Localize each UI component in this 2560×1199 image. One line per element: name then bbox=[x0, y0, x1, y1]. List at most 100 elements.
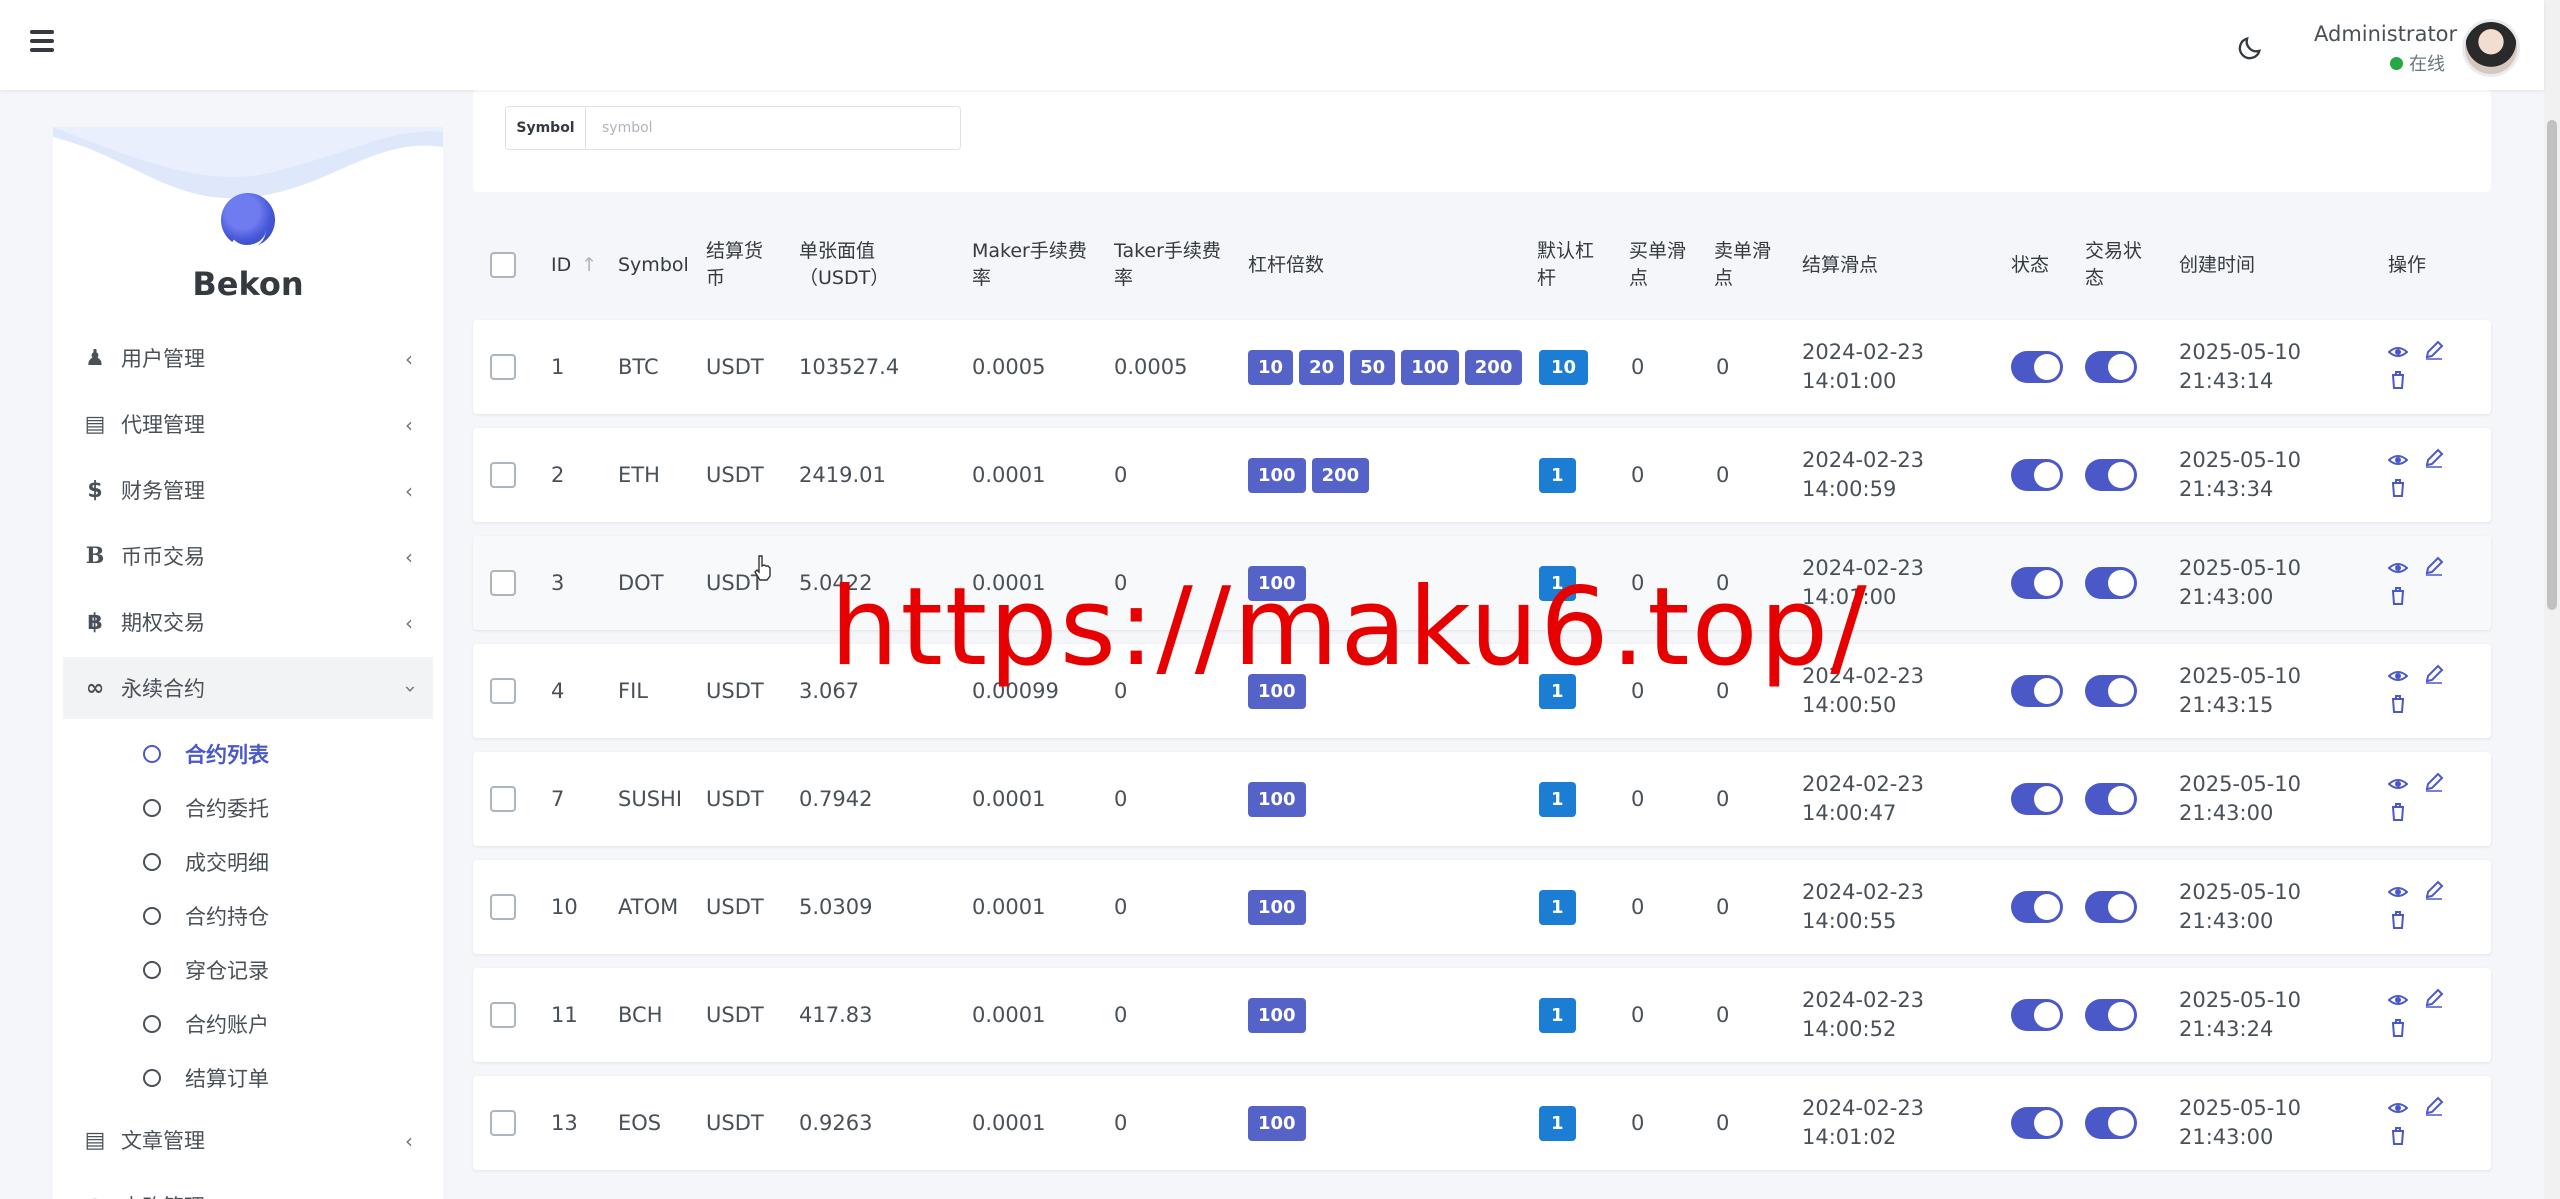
trade-status-toggle[interactable] bbox=[2085, 675, 2137, 707]
sidebar-subitem-accounts[interactable]: 合约账户 bbox=[63, 997, 433, 1051]
moon-icon[interactable] bbox=[2236, 34, 2264, 62]
column-settle-slippage[interactable]: 结算滑点 bbox=[1802, 220, 1878, 310]
delete-trash-icon[interactable] bbox=[2388, 1018, 2408, 1038]
edit-pencil-icon[interactable] bbox=[2424, 880, 2444, 900]
sidebar-item-perpetual[interactable]: ∞ 永续合约 ‹ bbox=[63, 657, 433, 719]
trade-status-toggle[interactable] bbox=[2085, 459, 2137, 491]
row-checkbox[interactable] bbox=[490, 1002, 516, 1028]
row-checkbox[interactable] bbox=[490, 894, 516, 920]
sidebar-item-finance[interactable]: $ 财务管理 ‹ bbox=[63, 459, 433, 521]
sidebar-subitem-contract-orders[interactable]: 合约委托 bbox=[63, 781, 433, 835]
select-all-checkbox[interactable] bbox=[490, 252, 516, 278]
view-eye-icon[interactable] bbox=[2388, 1098, 2408, 1118]
delete-trash-icon[interactable] bbox=[2388, 1126, 2408, 1146]
row-select-cell bbox=[490, 428, 516, 522]
column-taker-fee[interactable]: Taker手续费率 bbox=[1114, 220, 1236, 310]
cell-sell-slippage: 0 bbox=[1716, 462, 1730, 487]
trade-status-toggle[interactable] bbox=[2085, 1107, 2137, 1139]
view-eye-icon[interactable] bbox=[2388, 666, 2408, 686]
sidebar-subitem-liquidation[interactable]: 穿仓记录 bbox=[63, 943, 433, 997]
edit-pencil-icon[interactable] bbox=[2424, 448, 2444, 468]
view-eye-icon[interactable] bbox=[2388, 342, 2408, 362]
status-toggle[interactable] bbox=[2011, 783, 2063, 815]
sidebar-item-spot-trading[interactable]: B 币币交易 ‹ bbox=[63, 525, 433, 587]
sidebar-subitem-label: 穿仓记录 bbox=[185, 959, 269, 983]
delete-trash-icon[interactable] bbox=[2388, 802, 2408, 822]
sidebar-item-articles[interactable]: ▤ 文章管理 ‹ bbox=[63, 1109, 433, 1171]
sidebar-subitem-trade-details[interactable]: 成交明细 bbox=[63, 835, 433, 889]
arrow-up-icon[interactable]: ↑ bbox=[581, 252, 597, 279]
trade-status-toggle[interactable] bbox=[2085, 999, 2137, 1031]
trade-status-toggle[interactable] bbox=[2085, 891, 2137, 923]
page-scrollbar[interactable] bbox=[2544, 0, 2560, 1199]
row-checkbox[interactable] bbox=[490, 678, 516, 704]
symbol-search-input[interactable] bbox=[586, 107, 960, 149]
scrollbar-thumb[interactable] bbox=[2547, 120, 2557, 610]
trade-status-toggle[interactable] bbox=[2085, 351, 2137, 383]
row-checkbox[interactable] bbox=[490, 354, 516, 380]
trade-status-toggle[interactable] bbox=[2085, 567, 2137, 599]
row-checkbox[interactable] bbox=[490, 570, 516, 596]
status-toggle[interactable] bbox=[2011, 567, 2063, 599]
cell-status bbox=[2011, 1076, 2063, 1170]
row-checkbox[interactable] bbox=[490, 462, 516, 488]
edit-pencil-icon[interactable] bbox=[2424, 1096, 2444, 1116]
view-eye-icon[interactable] bbox=[2388, 558, 2408, 578]
column-default-leverage[interactable]: 默认杠杆 bbox=[1537, 220, 1607, 310]
column-sell-slippage[interactable]: 卖单滑点 bbox=[1714, 220, 1784, 310]
column-face-value[interactable]: 单张面值（USDT） bbox=[799, 220, 929, 310]
edit-pencil-icon[interactable] bbox=[2424, 556, 2444, 576]
cell-taker-fee: 0 bbox=[1114, 462, 1128, 487]
column-settle-currency[interactable]: 结算货币 bbox=[706, 220, 776, 310]
status-toggle[interactable] bbox=[2011, 891, 2063, 923]
sidebar-item-agents[interactable]: ▤ 代理管理 ‹ bbox=[63, 393, 433, 455]
sidebar-subitem-positions[interactable]: 合约持仓 bbox=[63, 889, 433, 943]
column-leverage[interactable]: 杠杆倍数 bbox=[1248, 220, 1324, 310]
chevron-left-icon: ‹ bbox=[405, 413, 413, 437]
column-trade-status[interactable]: 交易状态 bbox=[2085, 220, 2155, 310]
trade-status-toggle[interactable] bbox=[2085, 783, 2137, 815]
status-toggle[interactable] bbox=[2011, 999, 2063, 1031]
status-toggle[interactable] bbox=[2011, 351, 2063, 383]
status-toggle[interactable] bbox=[2011, 459, 2063, 491]
symbol-filter: Symbol bbox=[505, 106, 961, 150]
row-checkbox[interactable] bbox=[490, 786, 516, 812]
avatar[interactable] bbox=[2462, 19, 2520, 77]
delete-trash-icon[interactable] bbox=[2388, 370, 2408, 390]
edit-pencil-icon[interactable] bbox=[2424, 340, 2444, 360]
view-eye-icon[interactable] bbox=[2388, 990, 2408, 1010]
cell-status bbox=[2011, 752, 2063, 846]
delete-trash-icon[interactable] bbox=[2388, 586, 2408, 606]
view-eye-icon[interactable] bbox=[2388, 774, 2408, 794]
status-toggle[interactable] bbox=[2011, 1107, 2063, 1139]
cell-id: 3 bbox=[551, 570, 565, 595]
sidebar-item-subscription[interactable]: ◉ 申购管理 ‹ bbox=[63, 1175, 433, 1199]
column-maker-fee[interactable]: Maker手续费率 bbox=[972, 220, 1094, 310]
sidebar-item-users[interactable]: ♟ 用户管理 ‹ bbox=[63, 327, 433, 389]
sidebar-item-options[interactable]: ฿ 期权交易 ‹ bbox=[63, 591, 433, 653]
circle-icon bbox=[143, 961, 161, 979]
sidebar-subitem-settlement[interactable]: 结算订单 bbox=[63, 1051, 433, 1105]
edit-pencil-icon[interactable] bbox=[2424, 664, 2444, 684]
cell-face-value: 417.83 bbox=[799, 1002, 873, 1027]
edit-pencil-icon[interactable] bbox=[2424, 772, 2444, 792]
column-created[interactable]: 创建时间 bbox=[2179, 220, 2255, 310]
delete-trash-icon[interactable] bbox=[2388, 478, 2408, 498]
view-eye-icon[interactable] bbox=[2388, 882, 2408, 902]
column-id[interactable]: ID ↑ bbox=[551, 220, 597, 310]
edit-pencil-icon[interactable] bbox=[2424, 988, 2444, 1008]
status-toggle[interactable] bbox=[2011, 675, 2063, 707]
delete-trash-icon[interactable] bbox=[2388, 910, 2408, 930]
chevron-left-icon: ‹ bbox=[405, 1195, 413, 1199]
sidebar-subitem-contract-list[interactable]: 合约列表 bbox=[63, 727, 433, 781]
user-name[interactable]: Administrator bbox=[2314, 22, 2457, 46]
delete-trash-icon[interactable] bbox=[2388, 694, 2408, 714]
hamburger-menu-icon[interactable] bbox=[30, 30, 54, 52]
column-buy-slippage[interactable]: 买单滑点 bbox=[1629, 220, 1699, 310]
column-status[interactable]: 状态 bbox=[2011, 220, 2049, 310]
row-checkbox[interactable] bbox=[490, 1110, 516, 1136]
cell-maker-fee: 0.0001 bbox=[972, 462, 1046, 487]
view-eye-icon[interactable] bbox=[2388, 450, 2408, 470]
settle-time: 14:00:55 bbox=[1802, 909, 1897, 933]
column-symbol[interactable]: Symbol bbox=[618, 220, 689, 310]
